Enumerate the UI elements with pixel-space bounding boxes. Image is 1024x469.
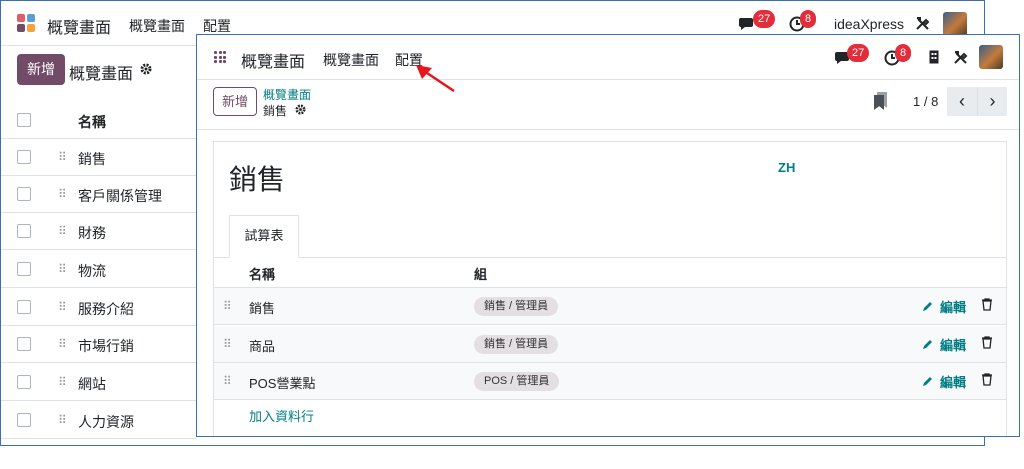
group-tag[interactable]: POS / 管理員	[474, 372, 560, 391]
trash-icon[interactable]	[981, 336, 993, 349]
bg-app-title[interactable]: 概覽畫面	[47, 14, 111, 38]
avatar[interactable]	[943, 12, 967, 36]
trash-icon[interactable]	[981, 373, 993, 386]
pencil-icon[interactable]	[922, 375, 934, 387]
row-label: 市場行銷	[78, 338, 134, 354]
list-row[interactable]: ⠿ 人力資源	[1, 402, 196, 439]
group-tag[interactable]: 銷售 / 管理員	[474, 335, 559, 354]
pager-value[interactable]: 1 / 8	[913, 94, 938, 109]
line-name[interactable]: 銷售	[249, 298, 275, 317]
list-row[interactable]: ⠿ 客戶關係管理	[1, 176, 196, 213]
row-label: 客戶關係管理	[78, 188, 162, 204]
bookmark-icon[interactable]	[874, 92, 888, 110]
list-row[interactable]: ⠿ 服務介紹	[1, 289, 196, 326]
fg-new-button[interactable]: 新增	[213, 87, 258, 116]
column-header-group[interactable]: 組	[474, 264, 487, 283]
drag-handle-icon[interactable]: ⠿	[223, 337, 232, 351]
row-label: 服務介紹	[78, 301, 134, 317]
tools-icon[interactable]	[915, 16, 930, 31]
company-name[interactable]: ideaXpress	[834, 16, 904, 32]
fg-menu-overview[interactable]: 概覽畫面	[323, 50, 379, 70]
row-checkbox[interactable]	[17, 413, 31, 427]
list-row[interactable]: ⠿ 財務	[1, 213, 196, 250]
row-checkbox[interactable]	[17, 262, 31, 276]
table-row[interactable]: ⠿ 銷售 銷售 / 管理員 編輯	[214, 288, 1006, 325]
row-checkbox[interactable]	[17, 224, 31, 238]
chevron-right-icon: ›	[989, 91, 996, 111]
control-panel: 新增 概覽畫面 銷售 1 / 8 ‹ ›	[197, 80, 1019, 130]
bg-activity-badge: 8	[800, 10, 817, 28]
list-row[interactable]: ⠿ 網站	[1, 364, 196, 401]
bg-new-button[interactable]: 新增	[17, 54, 65, 85]
tab-sheet[interactable]: 試算表	[229, 215, 299, 258]
list-header: 名稱	[1, 101, 196, 139]
row-checkbox[interactable]	[17, 150, 31, 164]
annotation-arrow-icon	[416, 65, 455, 93]
select-all-checkbox[interactable]	[17, 113, 31, 127]
row-label: 銷售	[78, 151, 106, 167]
fg-app-title[interactable]: 概覽畫面	[241, 48, 305, 72]
pager-previous-button[interactable]: ‹	[947, 87, 977, 116]
drag-handle-icon[interactable]: ⠿	[223, 299, 232, 313]
bg-menu-config[interactable]: 配置	[203, 16, 231, 36]
row-label: 網站	[78, 376, 106, 392]
drag-handle-icon[interactable]: ⠿	[58, 300, 67, 314]
edit-link[interactable]: 編輯	[940, 335, 966, 354]
table-row[interactable]: ⠿ 商品 銷售 / 管理員 編輯	[214, 326, 1006, 363]
form-sheet: 銷售 ZH 試算表 名稱 組 ⠿ 銷售 銷售 / 管理員 編輯 ⠿ 商品 銷售 …	[213, 141, 1007, 436]
drag-handle-icon[interactable]: ⠿	[58, 224, 67, 238]
fg-activity-badge: 8	[895, 44, 912, 62]
group-tag[interactable]: 銷售 / 管理員	[474, 297, 559, 316]
list-row[interactable]: ⠿ 銷售	[1, 139, 196, 176]
list-row[interactable]: ⠿ 物流	[1, 251, 196, 288]
chevron-left-icon: ‹	[959, 91, 965, 111]
gear-icon[interactable]	[140, 63, 152, 75]
table-row[interactable]: ⠿ POS營業點 POS / 管理員 編輯	[214, 363, 1006, 400]
fg-navbar: 概覽畫面 概覽畫面 配置 27 8	[197, 35, 1019, 80]
pencil-icon[interactable]	[922, 338, 934, 350]
edit-link[interactable]: 編輯	[940, 372, 966, 391]
row-label: 財務	[78, 225, 106, 241]
row-checkbox[interactable]	[17, 300, 31, 314]
add-line-link[interactable]: 加入資料行	[249, 406, 314, 425]
breadcrumb-current: 銷售	[263, 104, 288, 118]
pencil-icon[interactable]	[922, 300, 934, 312]
drag-handle-icon[interactable]: ⠿	[58, 262, 67, 276]
breadcrumb-parent[interactable]: 概覽畫面	[263, 86, 311, 103]
row-checkbox[interactable]	[17, 375, 31, 389]
app-logo-icon[interactable]	[17, 14, 37, 34]
line-name[interactable]: 商品	[249, 336, 275, 355]
apps-menu-icon[interactable]	[214, 51, 226, 63]
row-checkbox[interactable]	[17, 187, 31, 201]
line-name[interactable]: POS營業點	[249, 373, 315, 392]
drag-handle-icon[interactable]: ⠿	[58, 187, 67, 201]
drag-handle-icon[interactable]: ⠿	[58, 413, 67, 427]
row-checkbox[interactable]	[17, 337, 31, 351]
gear-icon[interactable]	[295, 104, 306, 115]
tools-icon[interactable]	[953, 50, 968, 65]
language-badge[interactable]: ZH	[778, 160, 795, 175]
edit-link[interactable]: 編輯	[940, 297, 966, 316]
pager-next-button[interactable]: ›	[977, 87, 1007, 116]
list-row[interactable]: ⠿ 市場行銷	[1, 326, 196, 363]
foreground-window: 概覽畫面 概覽畫面 配置 27 8 新增 概覽畫面 銷售 1 / 8 ‹ › 銷…	[196, 34, 1020, 437]
drag-handle-icon[interactable]: ⠿	[58, 337, 67, 351]
avatar[interactable]	[979, 45, 1003, 69]
row-label: 人力資源	[78, 414, 134, 430]
record-title[interactable]: 銷售	[229, 158, 285, 198]
bg-chat-badge: 27	[753, 10, 776, 28]
drag-handle-icon[interactable]: ⠿	[58, 150, 67, 164]
tab-bar	[214, 257, 1006, 258]
column-header-name[interactable]: 名稱	[249, 264, 275, 283]
fg-chat-badge: 27	[847, 44, 870, 62]
drag-handle-icon[interactable]: ⠿	[223, 374, 232, 388]
bg-menu-overview[interactable]: 概覽畫面	[129, 16, 185, 36]
drag-handle-icon[interactable]: ⠿	[58, 375, 67, 389]
row-label: 物流	[78, 263, 106, 279]
bg-breadcrumb: 概覽畫面	[69, 66, 134, 83]
building-icon[interactable]	[929, 50, 939, 64]
trash-icon[interactable]	[981, 298, 993, 311]
column-header-name[interactable]: 名稱	[78, 112, 106, 132]
